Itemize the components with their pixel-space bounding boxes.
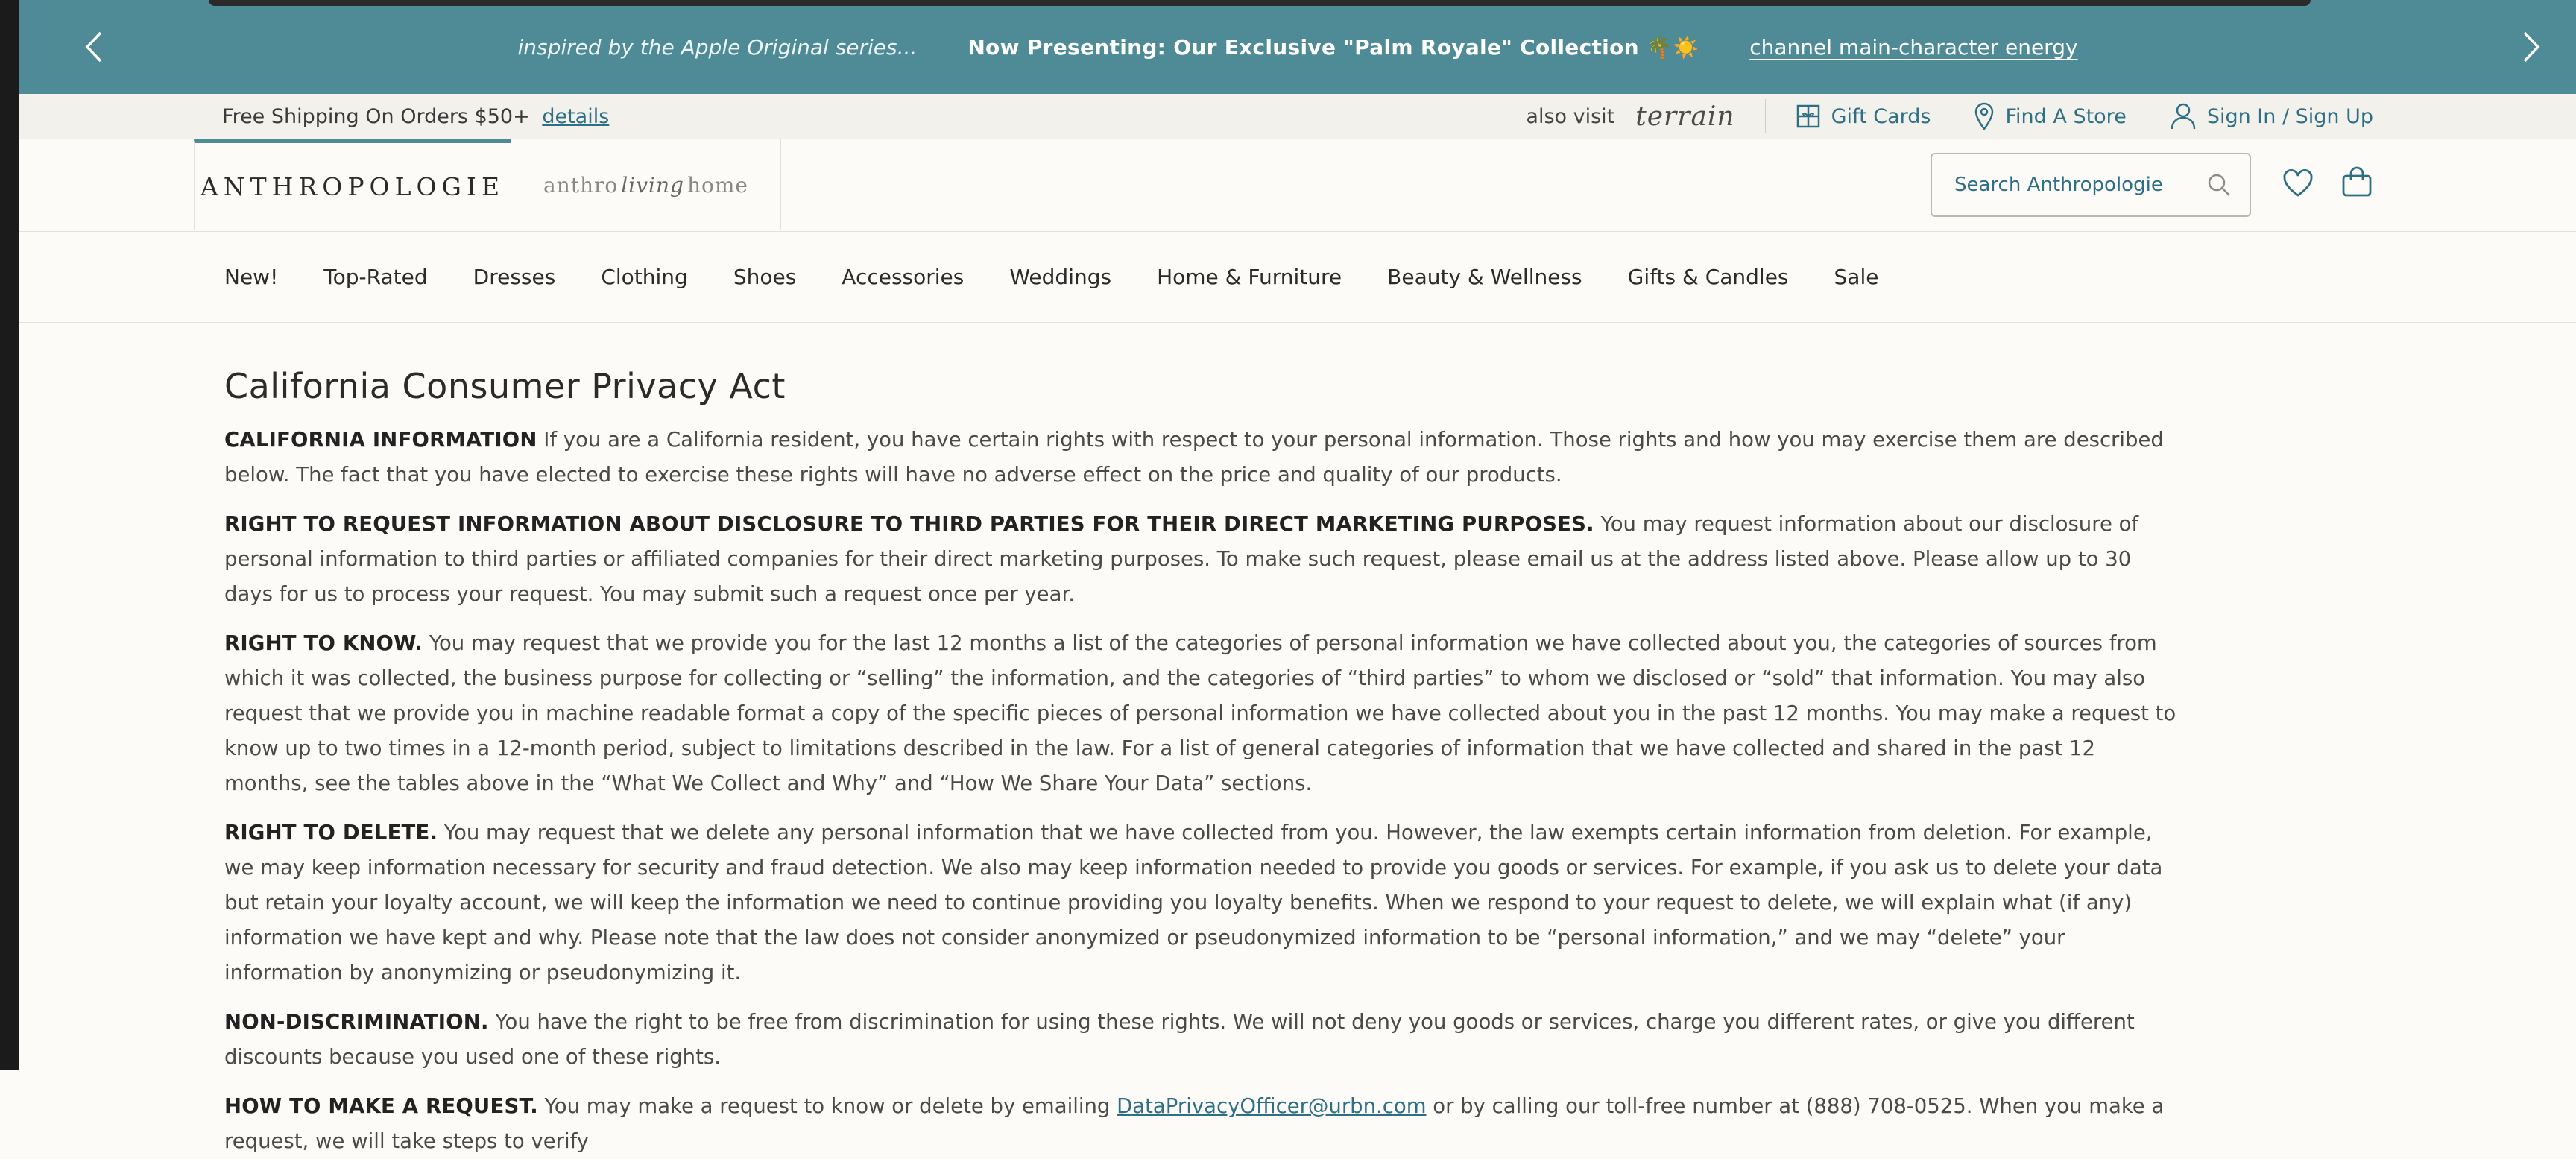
section-heading: RIGHT TO DELETE. [224,821,438,844]
nav-item-beauty-wellness[interactable]: Beauty & Wellness [1387,265,1582,289]
section-body: You have the right to be free from discr… [224,1010,2135,1069]
search-icon[interactable] [2206,172,2232,198]
utility-bar: Free Shipping On Orders $50+ details als… [19,94,2576,139]
nav-item-weddings[interactable]: Weddings [1009,265,1111,289]
window-top-edge [209,0,2311,6]
nav-item-accessories[interactable]: Accessories [842,265,964,289]
section-heading: HOW TO MAKE A REQUEST. [224,1094,538,1118]
promo-message-left[interactable]: inspired by the Apple Original series... [517,35,917,60]
page: inspired by the Apple Original series...… [19,0,2576,1153]
location-pin-icon [1975,102,1994,130]
promo-message-center[interactable]: Now Presenting: Our Exclusive "Palm Roya… [967,35,1699,60]
find-store-link[interactable]: Find A Store [1974,102,2127,130]
search-input[interactable] [1953,173,2194,197]
section-heading: RIGHT TO REQUEST INFORMATION ABOUT DISCL… [224,512,1594,536]
promo-banner: inspired by the Apple Original series...… [19,0,2576,94]
section-body: You may request that we delete any perso… [224,821,2163,985]
gift-icon [1796,104,1819,128]
divider [1764,99,1766,133]
search-box[interactable] [1931,153,2251,217]
section-body-before: You may make a request to know or delete… [537,1094,1117,1118]
site-header: ANTHROPOLOGIE anthro living home [19,139,2576,232]
sign-in-label: Sign In / Sign Up [2206,104,2373,128]
shipping-text: Free Shipping On Orders $50+ [222,104,530,128]
section-right-to-know: RIGHT TO KNOW. You may request that we p… [224,626,2184,801]
section-heading: CALIFORNIA INFORMATION [224,428,537,452]
sign-in-link[interactable]: Sign In / Sign Up [2170,102,2373,130]
promo-link[interactable]: channel main-character energy [1749,35,2077,60]
nav-item-gifts-candles[interactable]: Gifts & Candles [1628,265,1789,289]
shipping-notice: Free Shipping On Orders $50+ details [222,105,609,128]
nav-item-top-rated[interactable]: Top-Rated [323,265,427,289]
terrain-logo[interactable]: terrain [1635,101,1734,132]
nav-item-new[interactable]: New! [224,265,278,289]
privacy-content: California Consumer Privacy Act CALIFORN… [19,323,2387,1159]
section-how-to-make-request: HOW TO MAKE A REQUEST. You may make a re… [224,1089,2184,1159]
chevron-right-icon [2523,31,2540,63]
shipping-details-link[interactable]: details [542,105,609,128]
window-edge [0,0,19,1070]
home-brand-living: living [621,172,684,198]
anthropologie-logo[interactable]: ANTHROPOLOGIE [194,139,511,230]
anthro-living-home-logo[interactable]: anthro living home [511,139,781,230]
nav-item-shoes[interactable]: Shoes [733,265,796,289]
gift-cards-link[interactable]: Gift Cards [1796,104,1931,129]
section-non-discrimination: NON-DISCRIMINATION. You have the right t… [224,1005,2184,1075]
utility-links: also visit terrain Gift Cards Find A Sto… [1526,99,2373,133]
promo-prev-button[interactable] [57,0,131,94]
gift-cards-label: Gift Cards [1831,104,1931,128]
home-brand-pre: anthro [543,172,619,198]
also-visit-label: also visit [1526,104,1615,128]
section-heading: RIGHT TO KNOW. [224,631,423,655]
promo-next-button[interactable] [2494,0,2569,94]
section-body: You may request that we provide you for … [224,631,2176,795]
shopping-bag-icon[interactable] [2340,166,2373,198]
nav-item-dresses[interactable]: Dresses [473,265,556,289]
privacy-email-link[interactable]: DataPrivacyOfficer@urbn.com [1117,1094,1426,1118]
main-nav: New! Top-Rated Dresses Clothing Shoes Ac… [19,232,2576,323]
section-heading: NON-DISCRIMINATION. [224,1010,489,1034]
user-icon [2171,103,2196,130]
find-store-label: Find A Store [2005,104,2127,128]
heart-icon[interactable] [2282,169,2314,198]
nav-item-home-furniture[interactable]: Home & Furniture [1157,265,1342,289]
chevron-left-icon [85,31,102,63]
section-right-to-delete: RIGHT TO DELETE. You may request that we… [224,815,2184,991]
section-california-information: CALIFORNIA INFORMATION If you are a Cali… [224,423,2184,493]
section-right-to-request-information: RIGHT TO REQUEST INFORMATION ABOUT DISCL… [224,507,2184,612]
nav-item-clothing[interactable]: Clothing [601,265,687,289]
nav-item-sale[interactable]: Sale [1834,265,1879,289]
home-brand-post: home [686,172,748,198]
page-title: California Consumer Privacy Act [224,366,786,406]
